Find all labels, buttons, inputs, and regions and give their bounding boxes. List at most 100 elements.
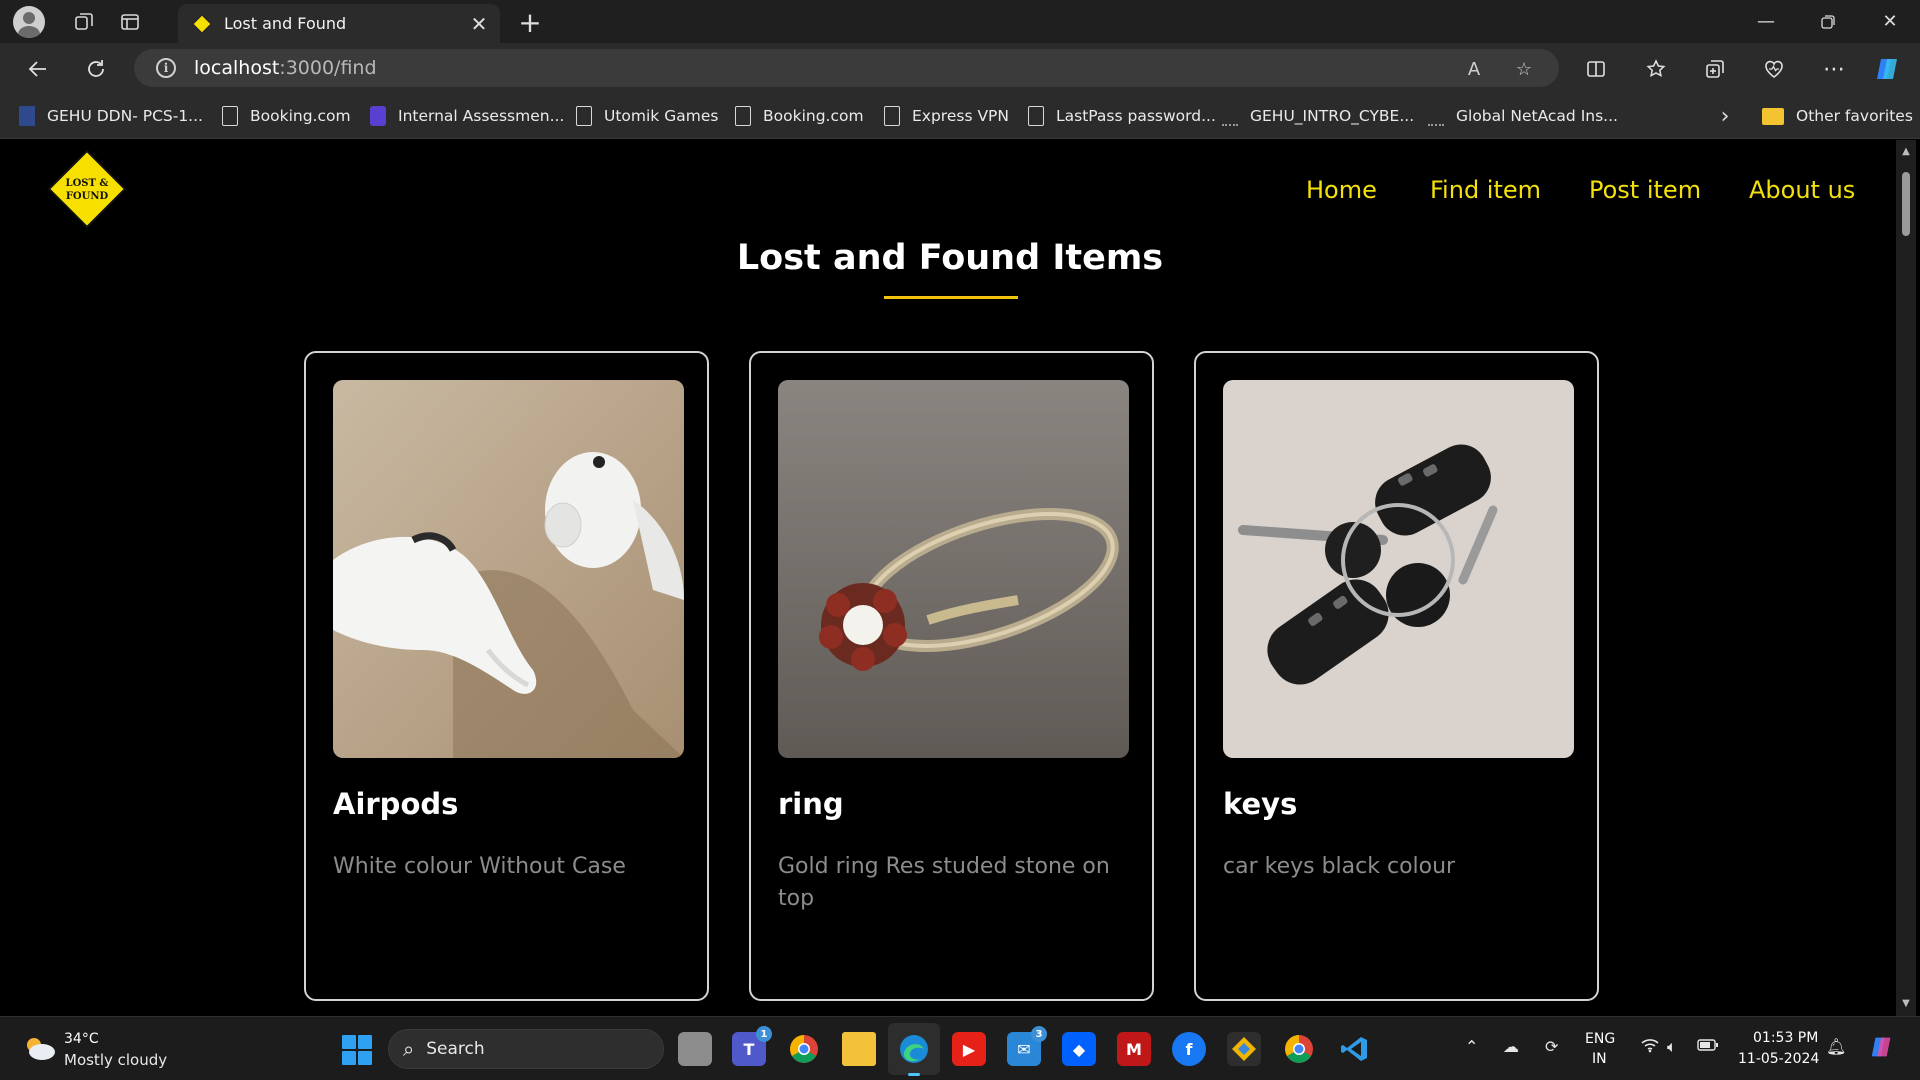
keys-photo: [1223, 380, 1574, 758]
read-aloud-icon[interactable]: A: [1462, 57, 1486, 81]
site-info-icon[interactable]: i: [156, 58, 176, 78]
split-screen-icon[interactable]: [1578, 51, 1614, 87]
page-scrollbar[interactable]: ▲ ▼: [1896, 140, 1916, 1016]
bookmark-item[interactable]: Internal Assessmen...: [370, 105, 564, 127]
item-image-keys[interactable]: [1223, 380, 1574, 758]
item-card-ring[interactable]: ring Gold ring Res studed stone on top: [749, 351, 1154, 1001]
tab-close-icon[interactable]: ✕: [464, 9, 494, 39]
other-favorites[interactable]: Other favorites: [1762, 105, 1913, 127]
bookmark-item[interactable]: Global NetAcad Ins...: [1428, 105, 1618, 127]
weather-temperature[interactable]: 34°C: [64, 1031, 99, 1047]
wifi-icon[interactable]: [1640, 1037, 1660, 1057]
svg-text:LOST &: LOST &: [66, 178, 109, 189]
site-logo[interactable]: LOST & FOUND: [47, 149, 127, 229]
scroll-up-icon[interactable]: ▲: [1899, 144, 1913, 158]
teams-icon[interactable]: T1: [732, 1026, 772, 1066]
item-description: car keys black colour: [1223, 854, 1456, 879]
address-bar[interactable]: i localhost:3000/find A ☆: [134, 49, 1559, 87]
clock-time[interactable]: 01:53 PM: [1753, 1030, 1818, 1046]
item-card-keys[interactable]: keys car keys black colour: [1194, 351, 1599, 1001]
bookmark-item[interactable]: Booking.com: [222, 105, 351, 127]
bookmark-item[interactable]: LastPass password...: [1028, 105, 1216, 127]
weather-description[interactable]: Mostly cloudy: [64, 1051, 167, 1069]
mail-icon[interactable]: ✉ 3: [1007, 1026, 1047, 1066]
taskbar-search[interactable]: ⌕ Search: [388, 1029, 664, 1069]
bookmark-item[interactable]: GEHU DDN- PCS-1...: [19, 105, 203, 127]
title-underline: [884, 296, 1018, 299]
bookmark-item[interactable]: Utomik Games: [576, 105, 718, 127]
browser-window: Lost and Found ✕ + — ✕ i localhost:3000/…: [0, 0, 1920, 1080]
vscode-icon[interactable]: [1337, 1032, 1371, 1066]
region-indicator[interactable]: IN: [1592, 1051, 1607, 1067]
git-client-icon[interactable]: [1227, 1032, 1261, 1066]
page-icon: [222, 106, 238, 126]
window-close-icon[interactable]: ✕: [1859, 0, 1920, 43]
copilot-taskbar-icon[interactable]: [1868, 1033, 1896, 1065]
dropbox-icon[interactable]: ◆: [1062, 1032, 1096, 1066]
refresh-icon[interactable]: [78, 51, 114, 87]
teams-badge: 1: [756, 1026, 772, 1042]
new-tab-icon[interactable]: +: [512, 6, 548, 39]
ring-photo: [778, 380, 1129, 758]
facebook-icon[interactable]: f: [1172, 1032, 1206, 1066]
edge-icon[interactable]: [897, 1032, 931, 1066]
item-image-airpods[interactable]: [333, 380, 684, 758]
start-windows-icon[interactable]: [342, 1035, 372, 1065]
back-icon[interactable]: [20, 51, 56, 87]
bookmark-item[interactable]: GEHU_INTRO_CYBE...: [1222, 105, 1414, 127]
bookmarks-bar: GEHU DDN- PCS-1... Booking.com Internal …: [0, 93, 1920, 139]
svg-text:FOUND: FOUND: [66, 191, 109, 202]
restore-icon[interactable]: [1797, 0, 1859, 43]
page-viewport: LOST & FOUND Home Find item Post item Ab…: [4, 140, 1896, 1016]
bookmarks-overflow-chevron-icon[interactable]: ›: [1712, 103, 1738, 129]
task-view-icon[interactable]: [678, 1032, 712, 1066]
vertical-tabs-icon[interactable]: [114, 6, 146, 38]
volume-icon[interactable]: 🔈︎: [1667, 1037, 1677, 1057]
workspaces-icon[interactable]: [68, 6, 100, 38]
bookmark-item[interactable]: Express VPN: [884, 105, 1009, 127]
copilot-icon[interactable]: [1870, 51, 1906, 87]
item-name: Airpods: [333, 787, 459, 821]
chrome-profile-icon[interactable]: [1282, 1032, 1316, 1066]
language-indicator[interactable]: ENG: [1585, 1031, 1615, 1047]
collections-icon[interactable]: [1697, 51, 1733, 87]
item-description: White colour Without Case: [333, 854, 626, 879]
sync-icon[interactable]: ⟳: [1545, 1037, 1558, 1056]
windows-taskbar: 34°C Mostly cloudy ⌕ Search T1 ▶ ✉ 3 ◆ M …: [0, 1016, 1920, 1080]
chrome-icon[interactable]: [787, 1032, 821, 1066]
more-menu-icon[interactable]: ⋯: [1816, 51, 1852, 87]
nav-find-item-link[interactable]: Find item: [1430, 176, 1541, 204]
onedrive-status-icon[interactable]: ☁: [1503, 1037, 1519, 1056]
mcafee-icon[interactable]: M: [1117, 1032, 1151, 1066]
page-icon: [1028, 106, 1044, 126]
favorite-star-icon[interactable]: ☆: [1512, 57, 1536, 81]
battery-icon[interactable]: [1697, 1037, 1719, 1056]
nav-post-item-link[interactable]: Post item: [1589, 176, 1701, 204]
clock-date[interactable]: 11-05-2024: [1738, 1051, 1819, 1067]
item-card-airpods[interactable]: Airpods White colour Without Case: [304, 351, 709, 1001]
browser-essentials-icon[interactable]: [1756, 51, 1792, 87]
bookmark-item[interactable]: Booking.com: [735, 105, 864, 127]
item-image-ring[interactable]: [778, 380, 1129, 758]
page-icon: [735, 106, 751, 126]
tray-chevron-up-icon[interactable]: ⌃: [1465, 1037, 1478, 1056]
youtube-icon[interactable]: ▶: [952, 1032, 986, 1066]
profile-avatar[interactable]: [13, 6, 45, 38]
cloud-weather-icon[interactable]: [22, 1035, 56, 1061]
minimize-icon[interactable]: —: [1735, 0, 1797, 43]
page-icon: [576, 106, 592, 126]
scroll-down-icon[interactable]: ▼: [1899, 996, 1913, 1010]
nav-about-us-link[interactable]: About us: [1749, 176, 1855, 204]
page-title: Lost and Found Items: [736, 238, 1164, 278]
cisco-icon: [1428, 106, 1444, 126]
scroll-thumb[interactable]: [1902, 172, 1910, 236]
active-tab[interactable]: Lost and Found ✕: [178, 4, 500, 43]
search-icon: ⌕: [403, 1037, 415, 1061]
page-icon: [884, 106, 900, 126]
notification-bell-icon[interactable]: 🔔︎: [1826, 1037, 1846, 1056]
file-explorer-icon[interactable]: [842, 1032, 876, 1066]
nav-home-link[interactable]: Home: [1306, 176, 1377, 204]
favorites-icon[interactable]: [1638, 51, 1674, 87]
url-text[interactable]: localhost:3000/find: [194, 57, 377, 79]
airpods-photo: [333, 380, 684, 758]
